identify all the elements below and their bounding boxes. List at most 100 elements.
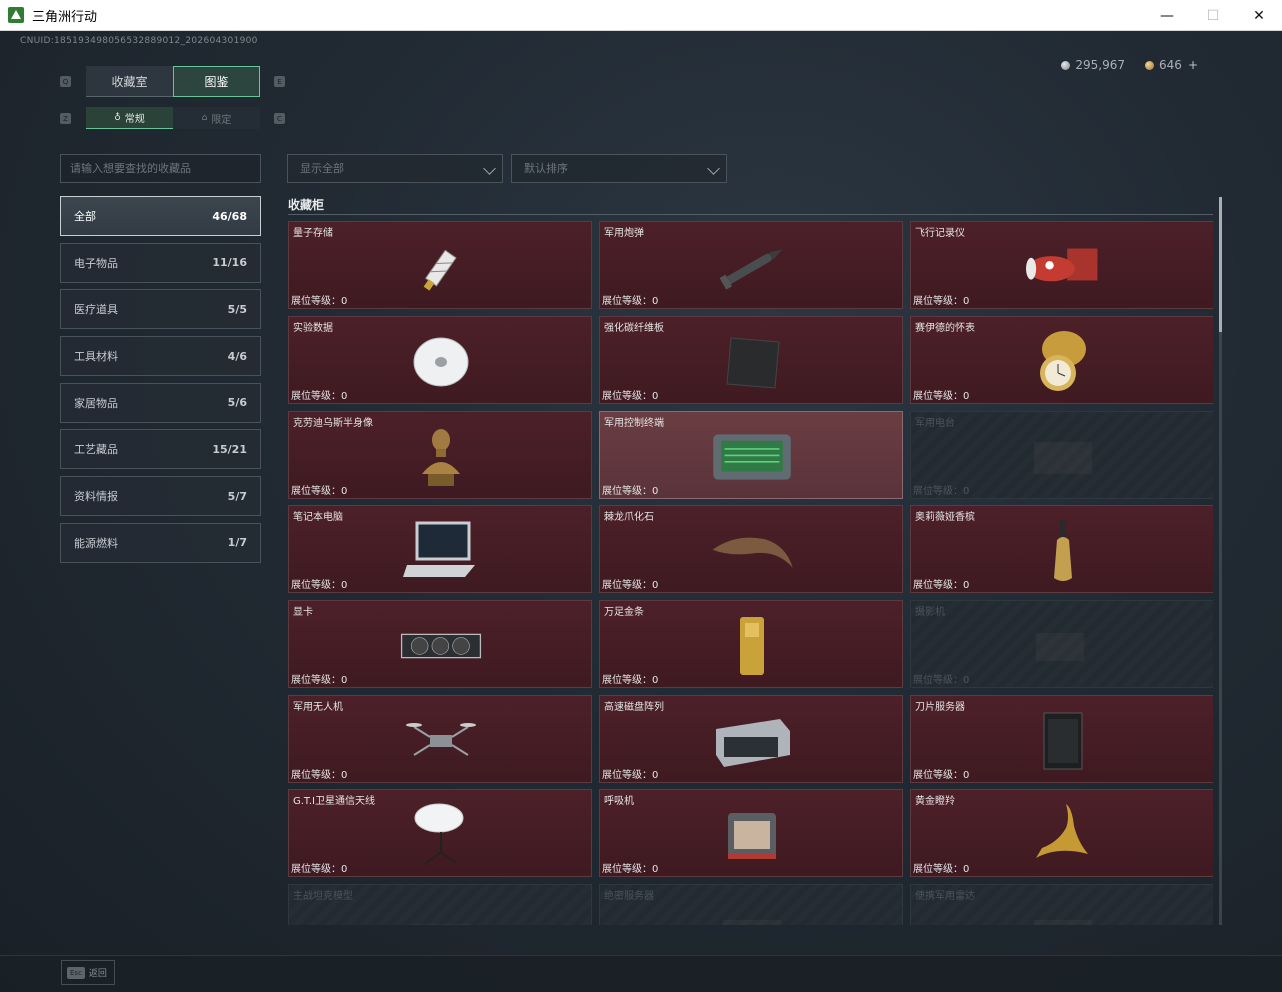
gold-currency: 646 +: [1145, 58, 1198, 72]
collection-item-card[interactable]: 赛伊德的怀表 展位等级：0: [910, 316, 1213, 404]
next-tab-key-icon: E: [274, 76, 285, 87]
champagne-icon: [1021, 518, 1105, 584]
item-name: 便携军用雷达: [915, 891, 975, 902]
chevron-down-icon: [483, 162, 496, 175]
carbon-plate-icon: [710, 329, 794, 395]
window-titlebar: 三角洲行动 — ☐ ✕: [0, 0, 1282, 31]
gold-bar-icon: [710, 613, 794, 679]
regular-icon: ♁: [114, 112, 121, 123]
item-display-level: 展位等级：0: [913, 864, 970, 875]
item-display-level: 展位等级：0: [602, 580, 659, 591]
collection-item-card[interactable]: 绝密服务器: [599, 884, 903, 925]
item-display-level: 展位等级：0: [602, 864, 659, 875]
sort-dropdown[interactable]: 默认排序: [511, 154, 727, 183]
collection-item-card[interactable]: 刀片服务器展位等级：0: [910, 695, 1213, 783]
collection-item-card[interactable]: 军用电台展位等级：0: [910, 411, 1213, 499]
item-display-level: 展位等级：0: [602, 675, 659, 686]
currency-display: 295,967 646 +: [1061, 58, 1198, 72]
collection-item-card[interactable]: 万足金条展位等级：0: [599, 600, 903, 688]
collection-item-card[interactable]: 黄金瞪羚展位等级：0: [910, 789, 1213, 877]
item-display-level: 展位等级：0: [602, 296, 659, 307]
item-name: G.T.I卫星通信天线: [293, 796, 375, 807]
category-item[interactable]: 资料情报 5/7: [60, 476, 261, 517]
item-name: 赛伊德的怀表: [915, 323, 975, 334]
category-item[interactable]: 工具材料 4/6: [60, 336, 261, 377]
collection-grid: 量子存储 展位等级：0 军用炮弹 展位等级：0 飞行记录仪 展位等级：0 实验数据 展位等级：…: [288, 221, 1213, 925]
collection-item-card[interactable]: 便携军用雷达: [910, 884, 1213, 925]
collection-item-card[interactable]: 奥莉薇娅香槟 展位等级：0: [910, 505, 1213, 593]
category-item[interactable]: 全部 46/68: [60, 196, 261, 236]
gold-gazelle-icon: [1021, 802, 1105, 868]
category-item[interactable]: 家居物品 5/6: [60, 382, 261, 423]
category-item[interactable]: 电子物品 11/16: [60, 242, 261, 283]
item-name: 黄金瞪羚: [915, 796, 955, 807]
silver-coin-icon: [1061, 61, 1071, 70]
collection-item-card[interactable]: 实验数据 展位等级：0: [288, 316, 592, 404]
collection-item-card[interactable]: 军用无人机展位等级：0: [288, 695, 592, 783]
window-title: 三角洲行动: [32, 9, 98, 25]
collection-item-card[interactable]: 笔记本电脑 展位等级：0: [288, 505, 592, 593]
maximize-button[interactable]: ☐: [1190, 0, 1236, 31]
esc-key-icon: Esc: [67, 966, 85, 979]
subtab-limited[interactable]: ⌂ 限定: [173, 107, 260, 129]
item-name: 军用电台: [915, 418, 955, 429]
collection-item-card[interactable]: 飞行记录仪 展位等级：0: [910, 221, 1213, 309]
chevron-down-icon: [707, 162, 720, 175]
sub-tabs: ♁ 常规 ⌂ 限定: [86, 107, 260, 129]
collection-item-card[interactable]: 显卡 展位等级：0: [288, 600, 592, 688]
tab-collection-room[interactable]: 收藏室: [86, 66, 173, 97]
item-name: 呼吸机: [604, 796, 634, 807]
collection-item-card[interactable]: G.T.I卫星通信天线 展位等级：0: [288, 789, 592, 877]
item-name: 刀片服务器: [915, 702, 965, 713]
minimize-button[interactable]: —: [1144, 0, 1190, 31]
flight-recorder-icon: [1021, 234, 1105, 300]
item-name: 高速磁盘阵列: [604, 702, 664, 713]
item-name: 军用控制终端: [604, 418, 664, 429]
scrollbar-thumb[interactable]: [1219, 197, 1222, 332]
camera-icon: [1021, 613, 1105, 679]
ventilator-icon: [710, 802, 794, 868]
add-currency-button[interactable]: +: [1188, 58, 1198, 72]
item-display-level: 展位等级：0: [913, 486, 970, 497]
collection-item-card[interactable]: 棘龙爪化石展位等级：0: [599, 505, 903, 593]
item-name: 棘龙爪化石: [604, 512, 654, 523]
item-name: 主战坦克模型: [293, 891, 353, 902]
scrollbar[interactable]: [1219, 197, 1222, 925]
collection-item-card[interactable]: 军用控制终端 展位等级：0: [599, 411, 903, 499]
disk-array-icon: [710, 708, 794, 774]
game-viewport: CNUID:185193498056532889012_202604301900…: [0, 31, 1282, 992]
collection-item-card[interactable]: 摄影机 展位等级：0: [910, 600, 1213, 688]
item-display-level: 展位等级：0: [913, 770, 970, 781]
item-display-level: 展位等级：0: [291, 486, 348, 497]
search-input[interactable]: 请输入想要查找的收藏品: [60, 154, 261, 183]
collection-item-card[interactable]: 克劳迪乌斯半身像 展位等级：0: [288, 411, 592, 499]
drone-icon: [399, 708, 483, 774]
item-display-level: 展位等级：0: [291, 770, 348, 781]
back-button[interactable]: Esc 返回: [61, 960, 115, 985]
close-button[interactable]: ✕: [1236, 0, 1282, 31]
collection-item-card[interactable]: 呼吸机展位等级：0: [599, 789, 903, 877]
collection-item-card[interactable]: 军用炮弹 展位等级：0: [599, 221, 903, 309]
category-item[interactable]: 工艺藏品 15/21: [60, 429, 261, 470]
collection-item-card[interactable]: 强化碳纤维板 展位等级：0: [599, 316, 903, 404]
collection-item-card[interactable]: 主战坦克模型: [288, 884, 592, 925]
category-item[interactable]: 医疗道具 5/5: [60, 289, 261, 330]
item-name: 万足金条: [604, 607, 644, 618]
collection-item-card[interactable]: 量子存储 展位等级：0: [288, 221, 592, 309]
item-display-level: 展位等级：0: [291, 296, 348, 307]
filter-dropdown[interactable]: 显示全部: [287, 154, 503, 183]
category-item[interactable]: 能源燃料 1/7: [60, 522, 261, 563]
bust-icon: [399, 424, 483, 490]
cabinet-title: 收藏柜: [288, 198, 325, 212]
item-name: 克劳迪乌斯半身像: [293, 418, 373, 429]
laptop-icon: [399, 518, 483, 584]
graphics-card-icon: [399, 613, 483, 679]
shell-icon: [710, 234, 794, 300]
collection-item-card[interactable]: 高速磁盘阵列 展位等级：0: [599, 695, 903, 783]
item-name: 军用无人机: [293, 702, 343, 713]
item-display-level: 展位等级：0: [291, 675, 348, 686]
blade-server-icon: [1021, 708, 1105, 774]
item-name: 绝密服务器: [604, 891, 654, 902]
tab-catalog[interactable]: 图鉴: [173, 66, 260, 97]
subtab-regular[interactable]: ♁ 常规: [86, 107, 173, 129]
